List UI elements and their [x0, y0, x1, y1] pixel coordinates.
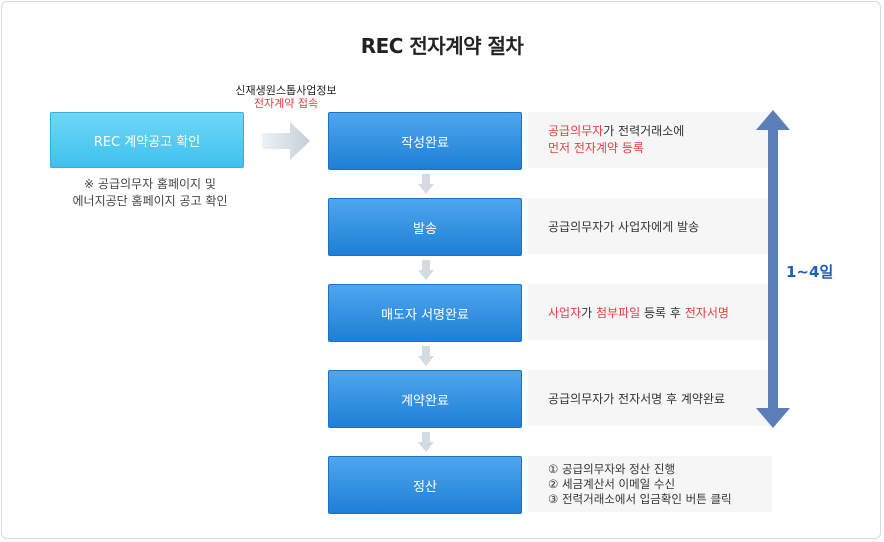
step-label: 발송 — [413, 221, 437, 237]
down-arrow-icon — [418, 174, 434, 194]
highlight-text: 사업자 — [548, 305, 582, 320]
highlight-text: 먼저 전자계약 등록 — [548, 141, 644, 155]
step-label: 정산 — [413, 479, 437, 495]
rec-notice-check-label: REC 계약공고 확인 — [93, 134, 201, 150]
down-arrow-icon — [418, 346, 434, 366]
step-contract-complete: 계약완료 — [328, 370, 522, 428]
desc-line: 먼저 전자계약 등록 — [548, 140, 772, 157]
desc-line: 사업자가 첨부파일 등록 후 전자서명 — [548, 304, 772, 321]
step-seller-signed: 매도자 서명완료 — [328, 284, 522, 342]
duration-double-arrow-icon — [756, 110, 790, 428]
desc-written-complete: 공급의무자가 전력거래소에 먼저 전자계약 등록 — [528, 112, 772, 168]
desc-text: 가 전력거래소에 — [603, 124, 685, 138]
settlement-item: ① 공급의무자와 정산 진행 — [548, 461, 676, 476]
diagram-title: REC 전자계약 절차 — [360, 34, 524, 58]
step-settlement: 정산 — [328, 456, 522, 514]
desc-sent: 공급의무자가 사업자에게 발송 — [528, 198, 772, 254]
step-label: 매도자 서명완료 — [381, 307, 469, 323]
desc-text: 공급의무자가 전자서명 후 계약완료 — [548, 391, 726, 406]
highlight-text: 공급의무자 — [548, 124, 604, 138]
desc-seller-signed: 사업자가 첨부파일 등록 후 전자서명 — [528, 284, 772, 340]
desc-line: 공급의무자가 전력거래소에 — [548, 123, 772, 140]
desc-settlement: ① 공급의무자와 정산 진행 ② 세금계산서 이메일 수신 ③ 전력거래소에서 … — [528, 456, 772, 512]
rec-notice-check-box: REC 계약공고 확인 — [50, 112, 244, 168]
desc-text: 가 — [581, 305, 596, 320]
desc-contract-complete: 공급의무자가 전자서명 후 계약완료 — [528, 370, 772, 426]
duration-label: 1~4일 — [786, 263, 834, 281]
site-access-label: 신재생원스톱사업정보 전자계약 접속 — [222, 84, 350, 110]
desc-text: 공급의무자가 사업자에게 발송 — [548, 219, 700, 234]
highlight-text: 첨부파일 — [595, 305, 641, 320]
right-arrow-icon — [262, 122, 310, 160]
desc-text: 등록 후 — [640, 305, 685, 320]
notice-note-line1: ※ 공급의무자 홈페이지 및 — [84, 177, 216, 191]
step-label: 계약완료 — [401, 393, 449, 409]
site-access-text: 전자계약 접속 — [253, 97, 319, 110]
site-name: 신재생원스톱사업정보 — [235, 84, 337, 97]
step-written-complete: 작성완료 — [328, 112, 522, 170]
step-label: 작성완료 — [401, 135, 449, 151]
step-sent: 발송 — [328, 198, 522, 256]
notice-note-line2: 에너지공단 홈페이지 공고 확인 — [72, 194, 228, 208]
down-arrow-icon — [418, 432, 434, 452]
down-arrow-icon — [418, 260, 434, 280]
highlight-text: 전자서명 — [684, 305, 729, 320]
settlement-item: ② 세금계산서 이메일 수신 — [548, 476, 676, 491]
settlement-item: ③ 전력거래소에서 입금확인 버튼 클릭 — [548, 491, 732, 506]
